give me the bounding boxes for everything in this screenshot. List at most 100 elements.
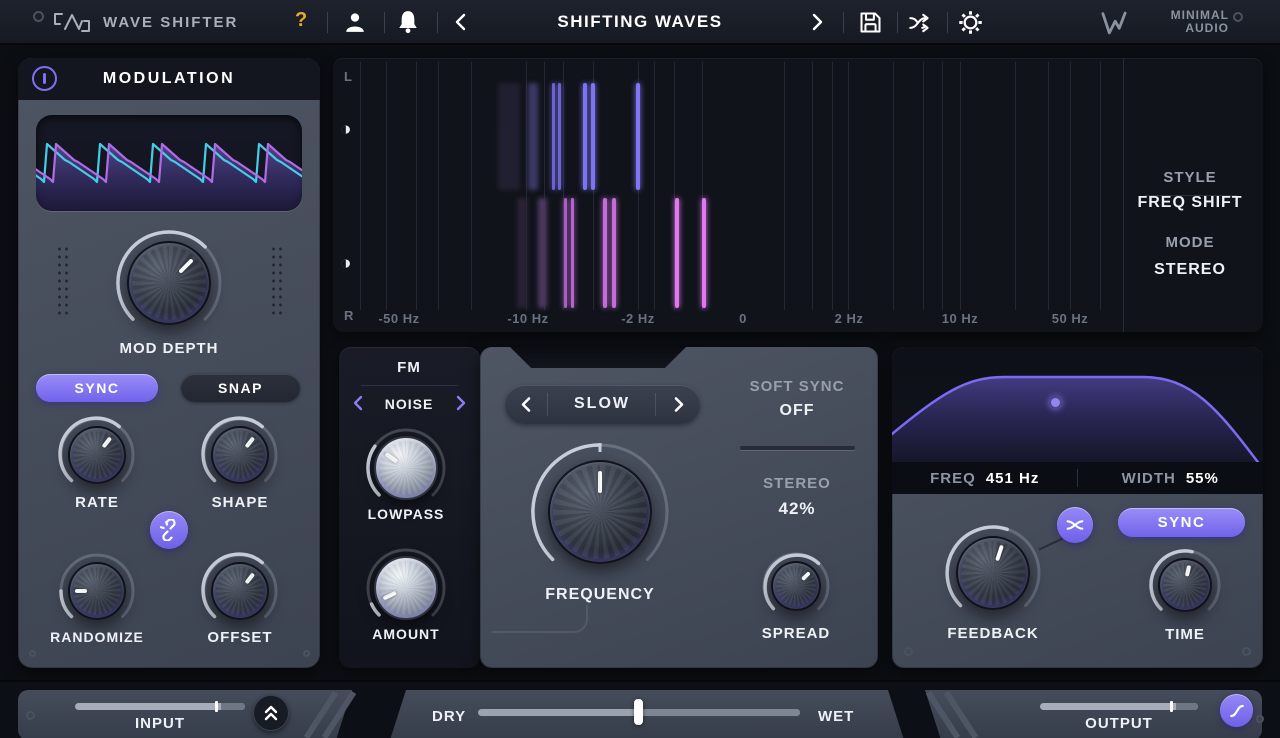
dry-wet-slider[interactable] (478, 709, 800, 716)
style-value[interactable]: FREQ SHIFT (1137, 194, 1242, 212)
speed-value[interactable]: SLOW (574, 395, 630, 413)
fm-amount-knob[interactable] (365, 547, 447, 629)
filter-handle[interactable] (1048, 395, 1063, 410)
feedback-knob[interactable] (944, 524, 1042, 622)
freq-tick: -10 Hz (507, 311, 548, 326)
notifications-bell-icon[interactable] (397, 10, 419, 34)
spectrum-bar-right (538, 198, 547, 308)
dry-wet-handle[interactable] (634, 699, 643, 725)
crossfade-mod-icon[interactable] (1057, 507, 1093, 543)
width-value[interactable]: 55% (1186, 470, 1219, 487)
mode-label: MODE (1166, 234, 1215, 251)
minimal-audio-logo-icon (1100, 10, 1128, 36)
time-label: TIME (1165, 626, 1205, 643)
freq-value[interactable]: 451 Hz (986, 470, 1040, 487)
spectrum-bar-right (675, 198, 679, 308)
modulation-wave-display (36, 115, 302, 211)
mode-value[interactable]: STEREO (1154, 261, 1226, 279)
lfo-waveform (36, 115, 302, 211)
help-button[interactable]: ? (295, 9, 307, 32)
texture-dots-left (56, 245, 69, 315)
spectrum-bar-left (498, 83, 520, 190)
offset-label: OFFSET (207, 629, 272, 646)
fm-source-next-icon[interactable] (454, 395, 468, 411)
right-channel-icon[interactable]: ◑ (340, 254, 351, 273)
freq-tick: -50 Hz (378, 311, 419, 326)
spectrum-bar-left (636, 83, 640, 190)
freq-tick: 0 (739, 311, 747, 326)
spectrum-analyzer-panel: L ◑ ◑ R -50 Hz-10 Hz-2 Hz02 Hz10 Hz50 Hz… (333, 58, 1263, 332)
input-label: INPUT (135, 715, 185, 732)
top-bar: WAVE SHIFTER ? SHIFTING WAVES (0, 0, 1280, 45)
screw-top-right (1233, 12, 1243, 22)
spectrum-bar-right (564, 198, 567, 308)
panel-groove (492, 605, 588, 633)
modulation-power-icon[interactable] (32, 66, 57, 91)
time-knob[interactable] (1148, 548, 1222, 622)
shape-knob[interactable] (201, 416, 279, 494)
spectrum-bar-right (702, 198, 706, 308)
spread-knob[interactable] (761, 551, 831, 621)
randomize-label: RANDOMIZE (50, 629, 144, 645)
randomize-preset-shuffle-icon[interactable] (907, 10, 933, 36)
shape-label: SHAPE (212, 494, 269, 511)
left-channel-icon[interactable]: ◑ (340, 120, 351, 139)
rate-link-icon[interactable] (150, 511, 188, 549)
spectrum-bar-right (612, 198, 616, 308)
rate-knob[interactable] (58, 416, 136, 494)
preset-prev-icon[interactable] (452, 12, 470, 32)
plugin-window: WAVE SHIFTER ? SHIFTING WAVES (0, 0, 1280, 738)
time-sync-button[interactable]: SYNC (1118, 508, 1245, 537)
soft-clip-icon[interactable] (1220, 694, 1253, 727)
freq-label: FREQ (930, 470, 976, 487)
input-segment (18, 690, 352, 738)
brand-text: MINIMAL AUDIO (1133, 9, 1229, 35)
rate-label: RATE (75, 494, 119, 511)
modulation-header: MODULATION (18, 58, 320, 100)
panel-notch (510, 347, 686, 368)
spectrum-bar-right (517, 198, 528, 308)
wet-label: WET (818, 708, 854, 725)
speed-selector[interactable]: SLOW (505, 385, 700, 424)
mod-depth-knob[interactable] (115, 229, 223, 337)
fm-lowpass-knob[interactable] (365, 427, 447, 509)
spread-label: SPREAD (762, 625, 831, 642)
output-label: OUTPUT (1085, 715, 1153, 732)
spectrum-bar-left (583, 83, 587, 190)
app-title: WAVE SHIFTER (103, 14, 238, 31)
wave-shifter-logo-icon (52, 10, 92, 35)
frequency-knob[interactable] (530, 442, 670, 582)
randomize-knob[interactable] (58, 552, 136, 630)
stereo-label: STEREO (763, 475, 831, 492)
soft-sync-slider[interactable] (740, 446, 855, 450)
filter-curve-display (892, 347, 1263, 462)
speed-prev-icon[interactable] (519, 396, 533, 413)
mod-connector-line (1039, 538, 1063, 551)
expand-panel-button[interactable] (253, 695, 289, 731)
account-icon[interactable] (344, 11, 366, 33)
width-label: WIDTH (1122, 470, 1176, 487)
feedback-label: FEEDBACK (947, 625, 1038, 642)
filter-curve (892, 347, 1263, 462)
spectrum-bar-left (528, 83, 538, 190)
modulation-title: MODULATION (103, 70, 235, 88)
preset-name[interactable]: SHIFTING WAVES (557, 12, 722, 32)
fm-title: FM (397, 359, 421, 376)
offset-knob[interactable] (201, 552, 279, 630)
mod-snap-button[interactable]: SNAP (181, 374, 300, 402)
save-icon[interactable] (857, 9, 884, 36)
output-gain-slider[interactable] (1040, 703, 1198, 710)
fm-source-prev-icon[interactable] (351, 395, 365, 411)
preset-next-icon[interactable] (808, 12, 826, 32)
freq-tick: 2 Hz (835, 311, 864, 326)
soft-sync-value[interactable]: OFF (780, 402, 815, 420)
speed-next-icon[interactable] (672, 396, 686, 413)
mod-sync-button[interactable]: SYNC (36, 374, 158, 402)
fm-source-value[interactable]: NOISE (385, 396, 434, 412)
frequency-label: FREQUENCY (545, 586, 654, 604)
settings-gear-icon[interactable] (957, 9, 984, 36)
stereo-value[interactable]: 42% (778, 499, 815, 519)
soft-sync-label: SOFT SYNC (750, 378, 845, 395)
input-gain-slider[interactable] (75, 703, 245, 710)
footer-bar: INPUT DRY WET OUTPUT (0, 680, 1280, 738)
